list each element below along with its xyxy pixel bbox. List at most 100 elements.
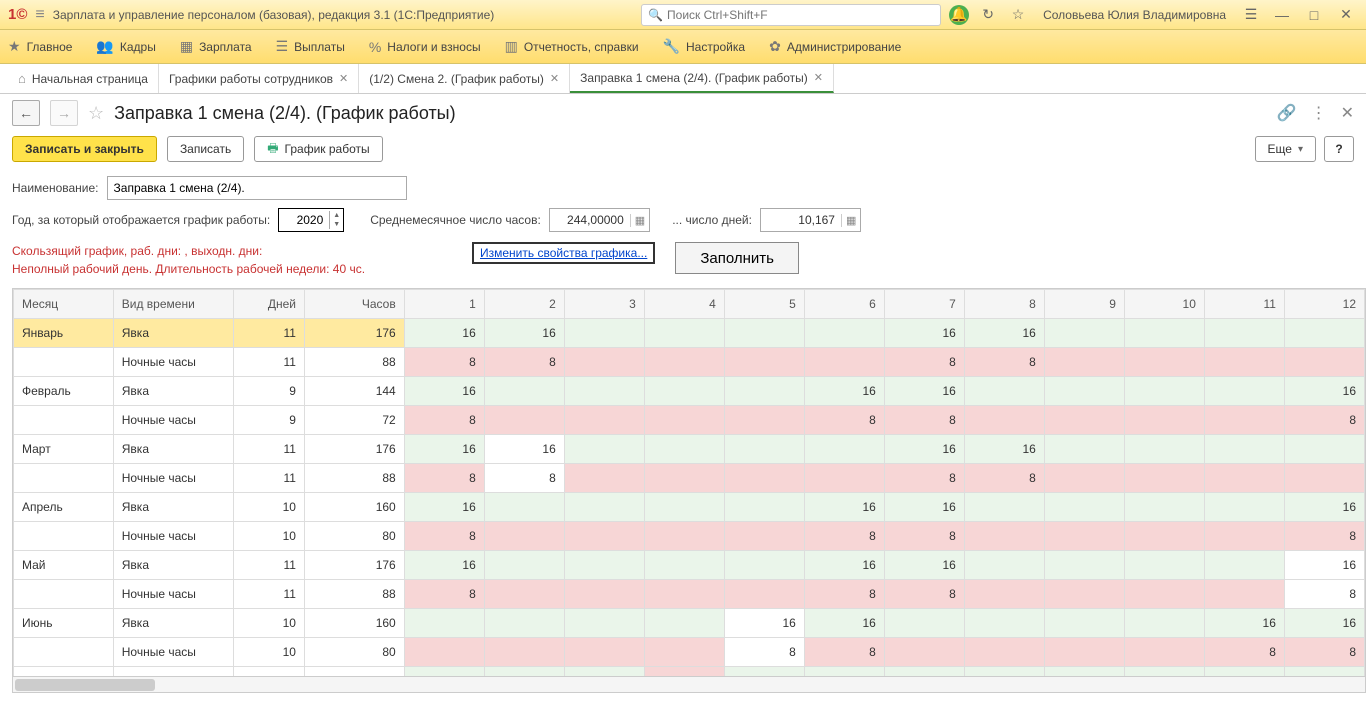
cell[interactable]: 176 — [304, 319, 404, 348]
name-input[interactable] — [107, 176, 407, 200]
cell[interactable] — [724, 522, 804, 551]
cell[interactable] — [1124, 377, 1204, 406]
cell[interactable] — [1204, 348, 1284, 377]
cell[interactable]: 11 — [234, 435, 305, 464]
cell[interactable] — [1044, 319, 1124, 348]
table-row[interactable]: Ночные часы10808888 — [14, 638, 1365, 667]
table-row[interactable]: ИюльЯвка1016016161616 — [14, 667, 1365, 677]
days-field[interactable]: 10,167 ▦ — [760, 208, 861, 232]
schedule-button[interactable]: 🖶 График работы — [254, 136, 382, 162]
cell[interactable]: 16 — [1284, 551, 1364, 580]
history-icon[interactable]: ↻ — [977, 4, 999, 26]
menu-item[interactable]: ▦Зарплата — [180, 38, 252, 55]
cell[interactable] — [1124, 406, 1204, 435]
cell[interactable]: 16 — [1284, 493, 1364, 522]
cell[interactable] — [1044, 348, 1124, 377]
cell[interactable] — [1204, 522, 1284, 551]
cell[interactable]: Ночные часы — [113, 580, 234, 609]
cell[interactable]: 176 — [304, 435, 404, 464]
cell[interactable]: 88 — [304, 580, 404, 609]
cell[interactable] — [804, 319, 884, 348]
cell[interactable]: 10 — [234, 493, 305, 522]
cell[interactable] — [804, 464, 884, 493]
forward-button[interactable]: → — [50, 100, 78, 126]
cell[interactable] — [1044, 580, 1124, 609]
cell[interactable]: 8 — [964, 464, 1044, 493]
cell[interactable]: 10 — [234, 609, 305, 638]
change-props-label[interactable]: Изменить свойства графика... — [480, 246, 647, 260]
save-close-button[interactable]: Записать и закрыть — [12, 136, 157, 162]
cell[interactable]: 160 — [304, 493, 404, 522]
cell[interactable]: 8 — [884, 580, 964, 609]
cell[interactable]: 160 — [304, 667, 404, 677]
cell[interactable] — [644, 551, 724, 580]
cell[interactable]: Явка — [113, 609, 234, 638]
year-spinner[interactable]: ▲▼ — [278, 208, 344, 232]
cell[interactable]: 8 — [724, 638, 804, 667]
avg-hours-field[interactable]: 244,00000 ▦ — [549, 208, 650, 232]
menu-item[interactable]: ☰Выплаты — [276, 38, 345, 55]
cell[interactable] — [484, 493, 564, 522]
cell[interactable] — [724, 464, 804, 493]
cell[interactable]: 16 — [804, 493, 884, 522]
filter-icon[interactable]: ☰ — [1240, 4, 1262, 26]
table-row[interactable]: АпрельЯвка1016016161616 — [14, 493, 1365, 522]
cell[interactable] — [1124, 319, 1204, 348]
col-header[interactable]: Дней — [234, 290, 305, 319]
cell[interactable] — [14, 522, 114, 551]
calc-icon-2[interactable]: ▦ — [841, 214, 860, 227]
cell[interactable]: 11 — [234, 551, 305, 580]
cell[interactable]: Июнь — [14, 609, 114, 638]
cell[interactable]: Февраль — [14, 377, 114, 406]
cell[interactable] — [14, 406, 114, 435]
menu-item[interactable]: 👥Кадры — [96, 38, 155, 55]
cell[interactable] — [644, 493, 724, 522]
cell[interactable]: Январь — [14, 319, 114, 348]
cell[interactable] — [1044, 551, 1124, 580]
cell[interactable] — [1124, 348, 1204, 377]
cell[interactable]: 16 — [1204, 609, 1284, 638]
cell[interactable]: Ночные часы — [113, 522, 234, 551]
cell[interactable]: 8 — [1204, 638, 1284, 667]
col-header[interactable]: 2 — [484, 290, 564, 319]
cell[interactable] — [564, 667, 644, 677]
cell[interactable]: 8 — [804, 580, 884, 609]
change-props-link[interactable]: Изменить свойства графика... — [472, 242, 655, 264]
cell[interactable] — [1204, 493, 1284, 522]
cell[interactable]: 8 — [1284, 406, 1364, 435]
cell[interactable]: 8 — [884, 348, 964, 377]
table-row[interactable]: ФевральЯвка914416161616 — [14, 377, 1365, 406]
cell[interactable] — [564, 551, 644, 580]
cell[interactable] — [404, 638, 484, 667]
cell[interactable] — [1044, 522, 1124, 551]
cell[interactable]: Май — [14, 551, 114, 580]
cell[interactable] — [964, 493, 1044, 522]
save-button[interactable]: Записать — [167, 136, 244, 162]
col-header[interactable]: Месяц — [14, 290, 114, 319]
minimize-button[interactable]: — — [1270, 7, 1294, 23]
cell[interactable]: 16 — [484, 319, 564, 348]
cell[interactable] — [644, 319, 724, 348]
cell[interactable] — [1044, 638, 1124, 667]
cell[interactable] — [644, 464, 724, 493]
cell[interactable] — [1044, 493, 1124, 522]
help-button[interactable]: ? — [1324, 136, 1354, 162]
cell[interactable] — [644, 406, 724, 435]
col-header[interactable]: 1 — [404, 290, 484, 319]
col-header[interactable]: 9 — [1044, 290, 1124, 319]
scroll-thumb[interactable] — [15, 679, 155, 691]
tab-close-icon[interactable]: ✕ — [550, 72, 559, 85]
cell[interactable]: 88 — [304, 464, 404, 493]
cell[interactable]: Ночные часы — [113, 406, 234, 435]
cell[interactable]: 11 — [234, 319, 305, 348]
menu-item[interactable]: 🔧Настройка — [663, 38, 746, 55]
kebab-icon[interactable]: ⋮ — [1311, 103, 1327, 123]
cell[interactable]: 16 — [884, 319, 964, 348]
cell[interactable] — [1284, 435, 1364, 464]
cell[interactable]: Июль — [14, 667, 114, 677]
cell[interactable] — [1044, 667, 1124, 677]
cell[interactable] — [564, 406, 644, 435]
cell[interactable]: Явка — [113, 493, 234, 522]
col-header[interactable]: 8 — [964, 290, 1044, 319]
cell[interactable] — [484, 580, 564, 609]
